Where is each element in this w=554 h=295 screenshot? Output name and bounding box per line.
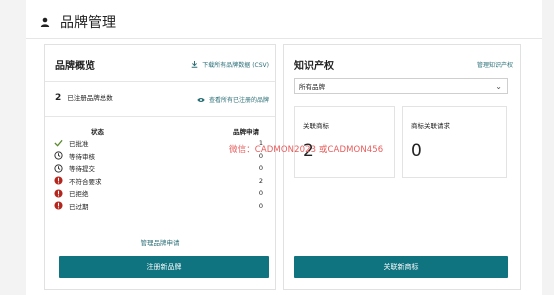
status-row: 不符合要求 2 <box>53 175 263 187</box>
ip-title: 知识产权 <box>294 61 334 72</box>
status-label: 等待审核 <box>69 152 95 161</box>
manage-ip-link[interactable]: 管理知识产权 <box>477 60 513 69</box>
status-count: 0 <box>258 189 263 197</box>
brand-select[interactable]: 所有品牌 ⌄ <box>294 78 508 94</box>
requests-header: 品牌申请 <box>233 128 259 136</box>
status-row: 等待提交 0 <box>53 162 263 174</box>
linked-trademarks-label: 关联商标 <box>303 122 329 130</box>
status-label: 等待提交 <box>69 165 95 173</box>
alert-icon <box>53 188 63 198</box>
download-icon <box>191 61 198 68</box>
ip-card: 知识产权 管理知识产权 所有品牌 ⌄ 关联商标 2 商标关联请求 0 关联新商标 <box>283 44 521 290</box>
alert-icon <box>53 201 63 211</box>
status-count: 0 <box>258 164 263 172</box>
eye-icon <box>197 97 205 102</box>
trademark-requests-count: 0 <box>411 141 422 161</box>
divider <box>45 116 275 117</box>
brand-overview-card: 品牌概览 下载所有品牌数据 (CSV) 2 已注册品牌总数 查看所有已注册的品牌… <box>44 44 276 290</box>
registered-summary: 2 已注册品牌总数 <box>55 92 113 103</box>
header-divider <box>26 38 542 39</box>
status-label: 已过期 <box>69 202 89 211</box>
clock-icon <box>53 163 63 173</box>
status-row: 已拒绝 0 <box>53 187 263 199</box>
link-new-trademark-button[interactable]: 关联新商标 <box>294 256 508 278</box>
view-all-label: 查看所有已注册的品牌 <box>208 97 269 104</box>
page-header: 品牌管理 <box>40 12 116 32</box>
alert-icon <box>53 176 63 186</box>
status-label: 已拒绝 <box>69 190 89 198</box>
status-label: 不符合要求 <box>69 177 102 186</box>
page-title: 品牌管理 <box>60 15 116 31</box>
registered-label: 已注册品牌总数 <box>67 94 113 102</box>
status-count: 2 <box>258 176 263 185</box>
status-row: 已过期 0 <box>53 200 263 212</box>
manage-brand-requests-link[interactable]: 管理品牌申请 <box>45 237 275 247</box>
trademark-requests-box: 商标关联请求 0 <box>402 106 507 178</box>
download-csv-label: 下载所有品牌数据 (CSV) <box>202 62 269 69</box>
download-csv-link[interactable]: 下载所有品牌数据 (CSV) <box>191 60 269 69</box>
clock-icon <box>53 151 63 161</box>
registered-count: 2 <box>55 93 62 103</box>
linked-trademarks-box: 关联商标 2 <box>294 106 395 178</box>
status-label: 已批准 <box>69 140 89 148</box>
check-icon <box>53 138 63 148</box>
brand-overview-title: 品牌概览 <box>55 61 95 72</box>
brand-select-value: 所有品牌 <box>299 83 325 91</box>
status-header: 状态 <box>91 128 104 136</box>
main-panel: 品牌管理 品牌概览 下载所有品牌数据 (CSV) 2 已注册品牌总数 查看所有已… <box>26 0 542 295</box>
register-new-brand-button[interactable]: 注册新品牌 <box>59 256 269 278</box>
divider <box>45 81 275 82</box>
view-all-brands-link[interactable]: 查看所有已注册的品牌 <box>197 95 269 104</box>
trademark-requests-label: 商标关联请求 <box>411 122 450 130</box>
user-icon <box>40 17 50 27</box>
status-count: 0 <box>258 201 263 210</box>
watermark-text: 微信：CADMON2023 或CADMON456 <box>229 145 384 155</box>
chevron-down-icon: ⌄ <box>495 82 502 91</box>
